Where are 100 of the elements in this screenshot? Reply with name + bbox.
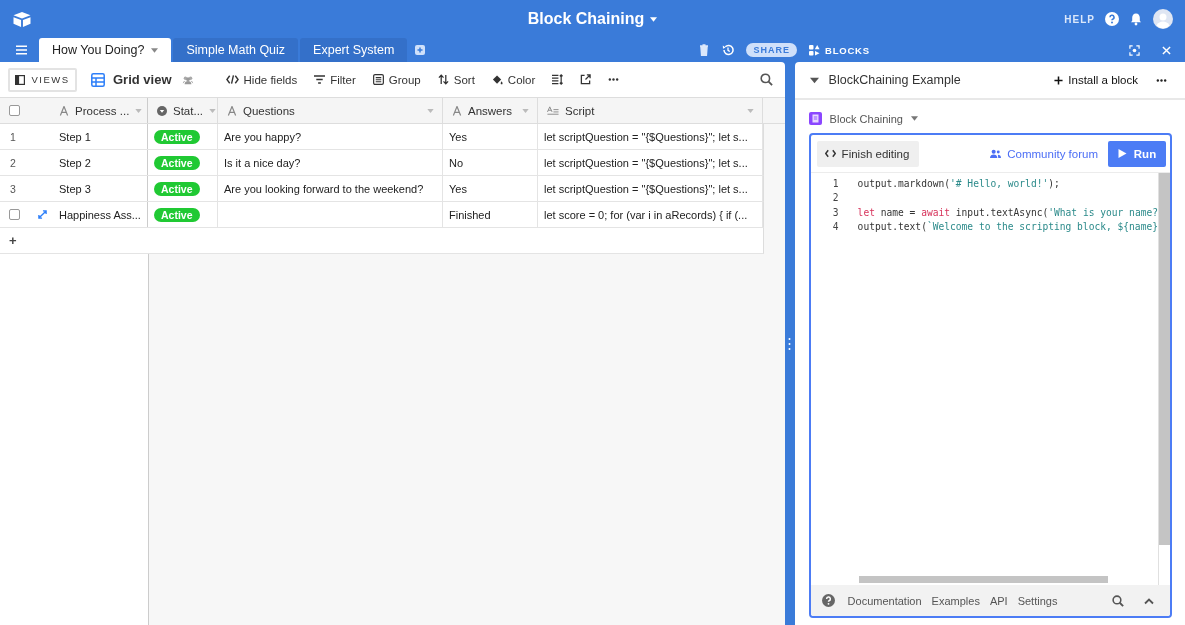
footer-link[interactable]: Settings xyxy=(1017,594,1058,607)
sort-button[interactable]: Sort xyxy=(437,73,475,86)
table-cell: Are you looking forward to the weekend? xyxy=(224,182,424,195)
caret-icon[interactable] xyxy=(911,116,918,121)
column-header[interactable]: Process ... xyxy=(50,98,148,123)
status-pill: Active xyxy=(154,207,200,222)
caret-icon[interactable] xyxy=(650,16,658,22)
table-cell: Step 3 xyxy=(59,182,91,195)
code-icon xyxy=(225,73,239,86)
bell-icon[interactable] xyxy=(1129,12,1143,26)
table-cell: No xyxy=(449,156,464,169)
community-forum-link[interactable]: Community forum xyxy=(990,147,1098,160)
table-tab[interactable]: Expert System xyxy=(300,38,408,62)
footer-link[interactable]: Examples xyxy=(931,594,980,607)
search-icon[interactable] xyxy=(759,73,773,86)
line-number: 1 xyxy=(831,177,839,189)
hide-button[interactable]: Hide fields xyxy=(225,73,298,86)
search-icon[interactable] xyxy=(1112,594,1124,607)
add-table-icon[interactable] xyxy=(415,45,426,55)
select-all-checkbox[interactable] xyxy=(9,105,20,116)
block-name[interactable]: Block Chaining xyxy=(829,112,903,125)
horizontal-scrollbar[interactable] xyxy=(858,576,1108,583)
color-button[interactable]: Color xyxy=(491,73,536,86)
code-line: let name = await input.textAsync('What is your name? xyxy=(857,206,1158,218)
column-label: Process ... xyxy=(75,104,130,117)
column-label: Answers xyxy=(468,104,514,117)
expand-icon[interactable] xyxy=(38,210,47,219)
menu-icon[interactable] xyxy=(16,45,27,55)
table-cell: Finished xyxy=(449,208,491,221)
column-header[interactable]: Script xyxy=(538,98,763,123)
row-number: 3 xyxy=(9,182,16,195)
logo-icon[interactable] xyxy=(12,10,32,28)
trash-icon[interactable] xyxy=(698,44,711,56)
row-number: 2 xyxy=(9,156,16,169)
row-checkbox[interactable] xyxy=(9,209,20,220)
avatar-icon[interactable] xyxy=(1153,9,1173,29)
blocks-label: BLOCKS xyxy=(825,44,870,56)
base-title[interactable]: Block Chaining xyxy=(527,10,645,28)
run-button[interactable]: Run xyxy=(1108,140,1166,167)
code-line: output.markdown('# Hello, world!'); xyxy=(857,177,1060,189)
column-label: Script xyxy=(565,104,596,117)
help-icon[interactable] xyxy=(821,594,835,607)
install-block-button[interactable]: Install a block xyxy=(1054,74,1138,86)
table-cell: let scriptQuestion = "{$Questions}"; let s... xyxy=(544,156,748,169)
long-text-icon xyxy=(547,104,559,117)
column-label: Stat... xyxy=(173,104,204,117)
views-button[interactable]: VIEWS xyxy=(8,67,77,92)
table-cell: Happiness Ass... xyxy=(59,208,141,221)
table-cell: Step 2 xyxy=(59,156,91,169)
footer-link[interactable]: Documentation xyxy=(847,594,922,607)
column-header[interactable]: Stat... xyxy=(148,98,218,123)
sidebar-icon xyxy=(15,74,26,85)
list-icon xyxy=(372,74,384,85)
status-pill: Active xyxy=(154,181,200,196)
play-icon xyxy=(1117,149,1127,158)
sort-icon xyxy=(437,74,449,85)
table-cell: let scriptQuestion = "{$Questions}"; let s... xyxy=(544,182,748,195)
table-tab[interactable]: Simple Math Quiz xyxy=(173,38,299,62)
plus-icon xyxy=(1054,75,1064,85)
table-cell: Yes xyxy=(449,182,467,195)
collapse-icon[interactable] xyxy=(809,75,819,85)
status-pill: Active xyxy=(154,129,200,144)
table-cell: Are you happy? xyxy=(224,130,302,143)
line-number: 3 xyxy=(831,206,839,218)
table-cell: let score = 0; for (var i in aRecords) { if (... xyxy=(544,208,748,221)
help-icon[interactable] xyxy=(1105,12,1119,26)
column-label: Questions xyxy=(243,104,296,117)
row-height-icon[interactable] xyxy=(552,74,564,85)
grid-icon xyxy=(91,72,105,87)
block-title[interactable]: BlockChaining Example xyxy=(828,73,961,87)
status-pill: Active xyxy=(154,155,200,170)
add-row-button[interactable]: + xyxy=(0,228,17,253)
share-view-icon[interactable] xyxy=(580,74,592,85)
footer-link[interactable]: API xyxy=(989,594,1008,607)
history-icon[interactable] xyxy=(722,44,735,56)
filter-button[interactable]: Filter xyxy=(314,73,356,86)
drag-handle-icon[interactable] xyxy=(788,336,792,351)
vertical-scrollbar[interactable] xyxy=(1159,173,1170,545)
text-field-icon xyxy=(227,105,237,116)
line-number: 2 xyxy=(831,192,839,204)
line-number: 4 xyxy=(831,221,839,233)
code-icon xyxy=(824,148,836,159)
group-button[interactable]: Group xyxy=(372,73,421,86)
paint-bucket-icon xyxy=(491,74,503,85)
select-field-icon xyxy=(157,105,167,116)
finish-editing-button[interactable]: Finish editing xyxy=(816,140,920,167)
fullscreen-icon[interactable] xyxy=(1129,44,1140,56)
filter-icon xyxy=(314,74,326,85)
text-field-icon xyxy=(452,105,462,116)
code-line: output.text(`Welcome to the scripting block, ${name} xyxy=(857,221,1158,233)
view-name[interactable]: Grid view xyxy=(113,72,172,87)
table-cell: Yes xyxy=(449,130,467,143)
blocks-icon[interactable] xyxy=(809,44,820,56)
caret-icon[interactable] xyxy=(151,47,159,53)
column-header[interactable]: Questions xyxy=(218,98,443,123)
table-tab[interactable]: How You Doing? xyxy=(39,38,172,62)
column-header[interactable]: Answers xyxy=(443,98,538,123)
table-cell: Step 1 xyxy=(59,130,91,143)
block-icon xyxy=(808,112,822,125)
close-icon[interactable] xyxy=(1162,45,1171,55)
